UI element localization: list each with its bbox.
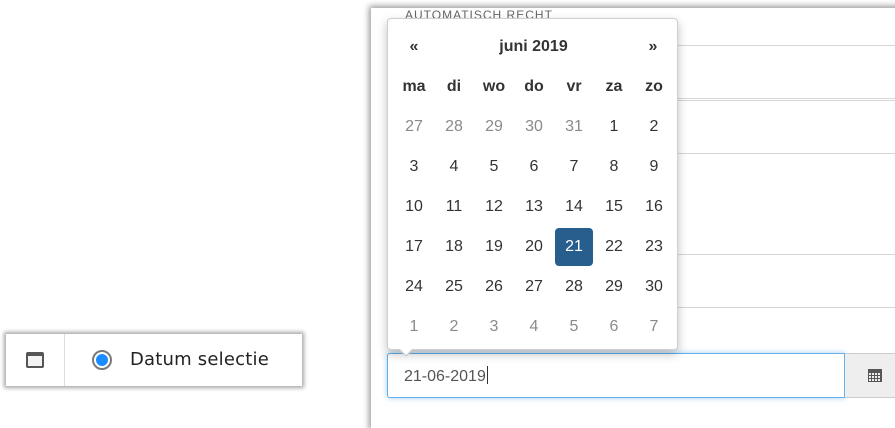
day-cell[interactable]: 27 [514,267,554,307]
day-cell[interactable]: 30 [514,107,554,147]
datepicker-popup: « juni 2019 » ma di wo do vr za zo 27 28 29 30 31 1 2… [387,18,678,357]
day-cell[interactable]: 27 [394,107,434,147]
day-cell[interactable]: 6 [594,307,634,347]
day-cell[interactable]: 12 [474,187,514,227]
radio-checked-dot [96,354,108,366]
calendar-button[interactable] [6,334,65,386]
day-cell[interactable]: 29 [594,267,634,307]
day-cell[interactable]: 30 [634,267,674,307]
calendar-grid: ma di wo do vr za zo 27 28 29 30 31 1 2 3 4 5 6 7 8 9 10 11 12 1… [394,67,674,347]
weekday-header: ma [402,78,426,95]
day-cell[interactable]: 25 [434,267,474,307]
day-cell[interactable]: 15 [594,187,634,227]
day-cell[interactable]: 6 [514,147,554,187]
popup-arrow [398,348,414,357]
day-cell[interactable]: 4 [434,147,474,187]
day-cell[interactable]: 4 [514,307,554,347]
day-cell[interactable]: 10 [394,187,434,227]
day-cell[interactable]: 11 [434,187,474,227]
day-cell[interactable]: 14 [554,187,594,227]
calendar-icon [867,369,882,382]
day-cell[interactable]: 24 [394,267,434,307]
calendar-addon-button[interactable] [845,353,895,398]
weekday-header: wo [482,78,506,95]
day-cell[interactable]: 23 [634,227,674,267]
day-cell[interactable]: 18 [434,227,474,267]
day-cell[interactable]: 29 [474,107,514,147]
weekday-header: za [605,78,623,95]
weekday-header: vr [566,78,582,95]
day-cell[interactable]: 1 [594,107,634,147]
day-cell[interactable]: 28 [554,267,594,307]
day-cell[interactable]: 19 [474,227,514,267]
day-cell[interactable]: 8 [594,147,634,187]
day-cell[interactable]: 17 [394,227,434,267]
day-cell[interactable]: 5 [554,307,594,347]
weekday-header: do [524,78,544,95]
date-selection-label: Datum selectie [130,349,269,370]
day-cell[interactable]: 20 [514,227,554,267]
weekday-header: zo [645,78,663,95]
day-cell[interactable]: 2 [434,307,474,347]
date-input[interactable]: 21-06-2019 [387,353,845,398]
day-cell[interactable]: 7 [554,147,594,187]
date-input-value: 21-06-2019 [404,368,486,385]
date-selection-panel: Datum selectie [6,334,302,386]
day-cell[interactable]: 3 [474,307,514,347]
date-selection-radio[interactable] [92,350,112,370]
calendar-icon [26,352,44,368]
day-cell[interactable]: 22 [594,227,634,267]
day-cell[interactable]: 31 [554,107,594,147]
field-label: AUTOMATISCH RECHT [405,8,553,18]
day-cell[interactable]: 3 [394,147,434,187]
day-cell[interactable]: 28 [434,107,474,147]
day-cell[interactable]: 9 [634,147,674,187]
day-cell-selected[interactable]: 21 [555,228,593,266]
day-cell[interactable]: 2 [634,107,674,147]
prev-month-button[interactable]: « [394,27,434,67]
text-caret [486,366,488,384]
next-month-button[interactable]: » [633,27,673,67]
month-title[interactable]: juni 2019 [454,27,613,67]
weekday-header: di [446,78,462,95]
day-cell[interactable]: 5 [474,147,514,187]
day-cell[interactable]: 7 [634,307,674,347]
day-cell[interactable]: 26 [474,267,514,307]
datepicker-header: « juni 2019 » [394,27,673,67]
day-cell[interactable]: 1 [394,307,434,347]
day-cell[interactable]: 16 [634,187,674,227]
day-cell[interactable]: 13 [514,187,554,227]
